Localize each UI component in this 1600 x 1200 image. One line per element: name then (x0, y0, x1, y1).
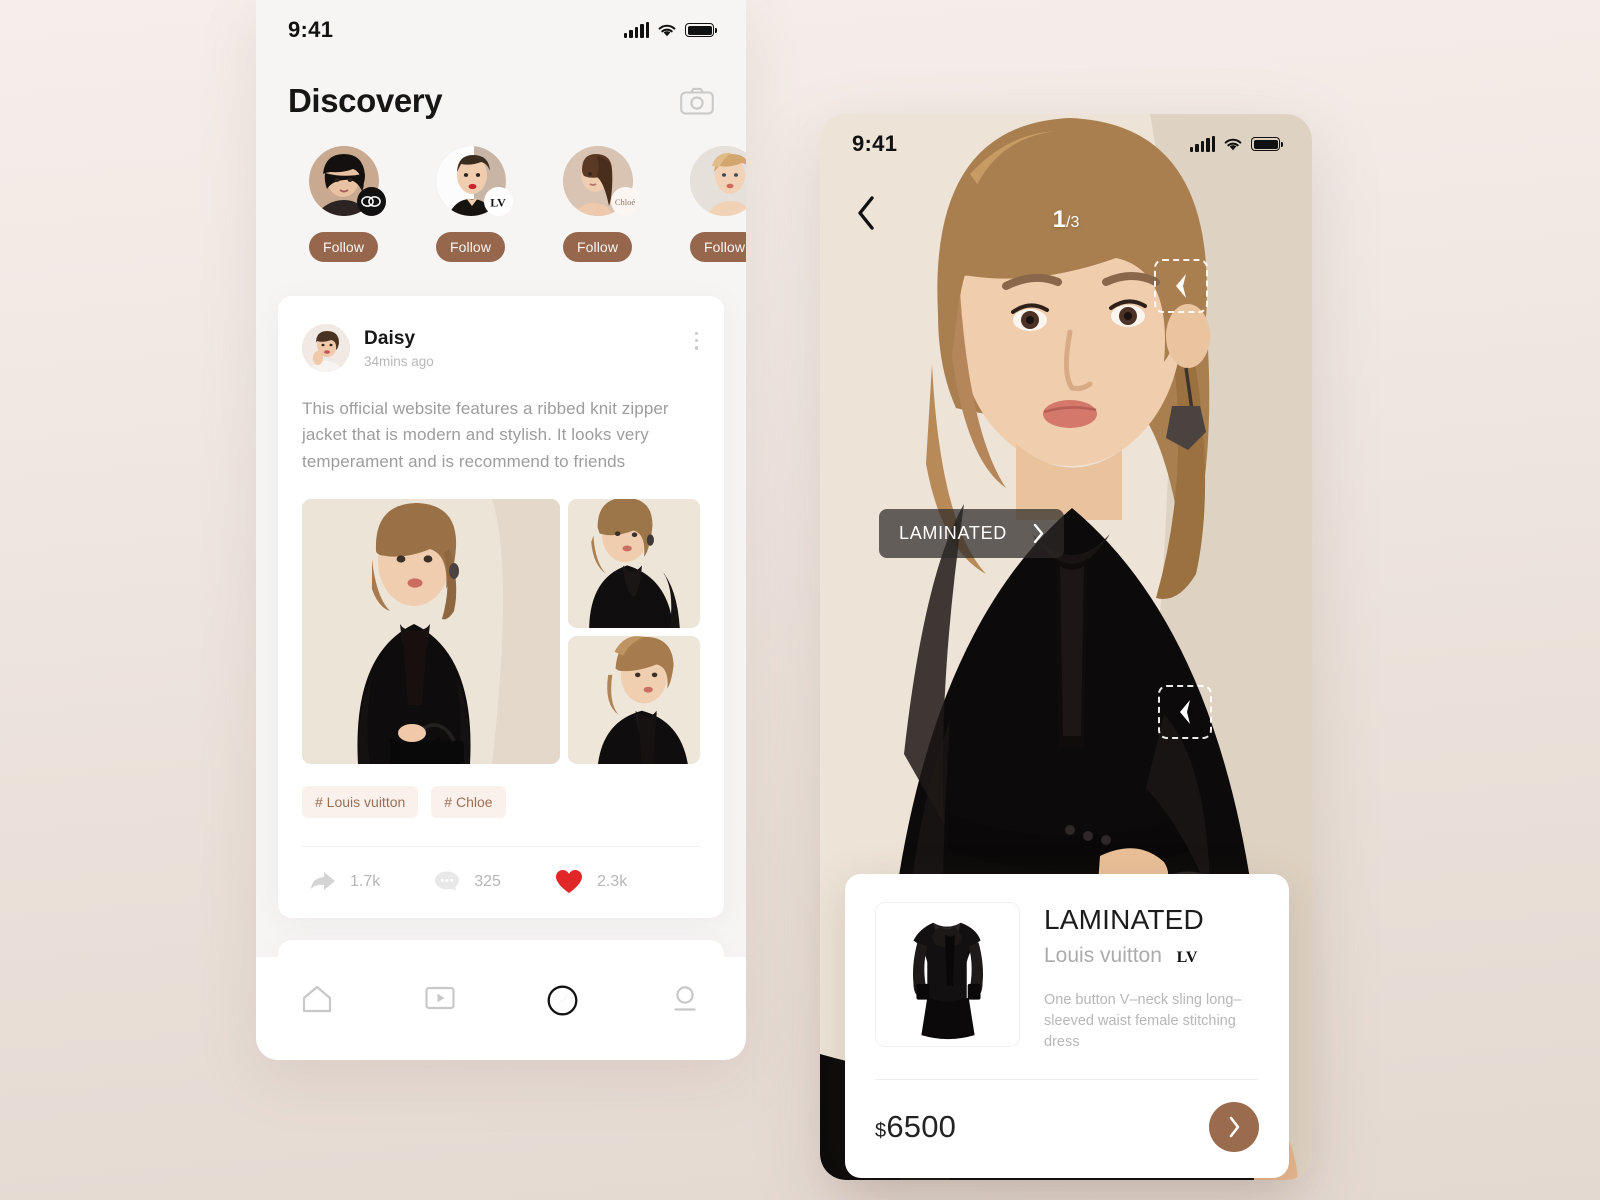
like-count: 2.3k (596, 872, 628, 890)
post-media-image[interactable] (568, 635, 700, 765)
tab-profile[interactable] (624, 985, 747, 1013)
chevron-left-icon (1176, 274, 1186, 298)
product-footer: $6500 (875, 1080, 1259, 1178)
wifi-icon (1224, 138, 1242, 150)
status-bar-left: 9:41 (256, 0, 746, 60)
post-author: Daisy (364, 327, 416, 349)
compass-icon (547, 985, 578, 1016)
cellular-bars-icon (1189, 135, 1215, 152)
feed-list: Daisy 34mins ago This official website f… (256, 262, 746, 1031)
avatar[interactable] (302, 324, 350, 372)
avatar[interactable] (689, 146, 746, 216)
post-actions: 1.7k 325 2.3k (302, 847, 700, 918)
post-media-image[interactable] (302, 499, 560, 765)
status-indicators (1189, 135, 1283, 152)
louis-vuitton-logo-icon: LV (1177, 949, 1198, 965)
chanel-logo-icon (356, 187, 386, 216)
battery-full-icon (685, 23, 717, 37)
svg-text:LV: LV (490, 195, 506, 209)
currency-symbol: $ (875, 1120, 887, 1143)
share-button[interactable]: 1.7k (310, 871, 380, 893)
video-play-icon (425, 986, 455, 1010)
product-brand-row: Louis vuitton LV (1044, 944, 1259, 968)
story-item[interactable]: Follow (675, 146, 746, 262)
page-title: Discovery (288, 82, 443, 119)
like-button[interactable]: 2.3k (555, 869, 627, 894)
cellular-bars-icon (623, 21, 649, 38)
comment-bubble-icon (435, 871, 460, 892)
person-icon (674, 986, 696, 1011)
post-author-block: Daisy 34mins ago (364, 328, 434, 369)
price-value: 6500 (886, 1109, 957, 1145)
post-body-text: This official website features a ribbed … (302, 399, 669, 471)
status-bar-right: 9:41 (820, 114, 1312, 174)
comment-count: 325 (474, 872, 501, 890)
kebab-menu-icon[interactable] (694, 332, 698, 350)
product-info-sheet: LAMINATED Louis vuitton LV One button V–… (845, 874, 1289, 1179)
camera-icon[interactable] (680, 87, 714, 115)
status-time: 9:41 (288, 17, 334, 42)
chevron-left-icon (1180, 700, 1190, 724)
product-info: LAMINATED Louis vuitton LV One button V–… (1044, 902, 1259, 1053)
battery-full-icon (1251, 137, 1283, 151)
story-item[interactable]: Follow (294, 146, 393, 262)
post-tags: # Louis vuitton # Chloe (302, 786, 700, 819)
story-avatar-wrap[interactable]: Chloé (562, 146, 640, 216)
tab-home[interactable] (256, 985, 379, 1013)
follow-button[interactable]: Follow (309, 232, 378, 262)
product-brand: Louis vuitton (1044, 944, 1162, 967)
post-media-grid (302, 499, 700, 765)
status-indicators (623, 21, 717, 38)
status-time: 9:41 (852, 131, 898, 156)
chevron-right-icon (1229, 1116, 1239, 1138)
post-media-side (568, 499, 700, 765)
share-count: 1.7k (350, 872, 381, 890)
stories-row[interactable]: Follow LV Follow Chloé Follow Follow (256, 120, 746, 262)
counter-total: /3 (1066, 214, 1080, 231)
bottom-tab-bar (256, 957, 746, 1060)
counter-current: 1 (1052, 206, 1066, 233)
story-item[interactable]: Chloé Follow (548, 146, 647, 262)
story-avatar-wrap[interactable] (689, 146, 746, 216)
product-tag-label: LAMINATED (899, 523, 1007, 543)
post-media-image[interactable] (568, 499, 700, 628)
product-price: $6500 (875, 1109, 956, 1145)
post-timestamp: 34mins ago (364, 353, 434, 369)
tab-discover[interactable] (501, 985, 624, 1016)
post-header: Daisy 34mins ago (302, 324, 700, 372)
hotspot-marker-earring[interactable] (1154, 259, 1208, 313)
product-description: One button V–neck sling long–sleeved wai… (1044, 992, 1242, 1051)
chevron-right-icon (1033, 524, 1044, 543)
story-item[interactable]: LV Follow (421, 146, 520, 262)
product-thumbnail[interactable] (875, 902, 1020, 1047)
discovery-phone-screen: 9:41 Discovery Follow LV Follow Chloé Fo… (256, 0, 746, 1060)
wifi-icon (658, 24, 676, 36)
svg-text:LV: LV (1177, 949, 1198, 965)
follow-button[interactable]: Follow (563, 232, 632, 262)
louis-vuitton-logo-icon: LV (483, 187, 513, 216)
home-icon (303, 985, 332, 1013)
buy-button[interactable] (1209, 1102, 1259, 1153)
product-tag-pill[interactable]: LAMINATED (879, 509, 1064, 558)
comment-button[interactable]: 325 (434, 870, 501, 893)
tag-chip[interactable]: # Chloe (431, 786, 506, 819)
discovery-header: Discovery (256, 60, 746, 120)
follow-button[interactable]: Follow (436, 232, 505, 262)
share-arrow-icon (311, 871, 335, 890)
story-avatar-wrap[interactable] (308, 146, 386, 216)
product-name: LAMINATED (1044, 904, 1204, 935)
post-card: Daisy 34mins ago This official website f… (278, 296, 724, 919)
follow-button[interactable]: Follow (690, 232, 746, 262)
tag-chip[interactable]: # Louis vuitton (302, 786, 419, 819)
hotspot-marker-bag[interactable] (1158, 685, 1212, 739)
product-summary-row: LAMINATED Louis vuitton LV One button V–… (875, 902, 1259, 1053)
tab-video[interactable] (379, 985, 502, 1011)
story-avatar-wrap[interactable]: LV (435, 146, 513, 216)
image-counter: 1/3 (820, 206, 1312, 234)
heart-filled-icon (555, 870, 582, 894)
chloe-logo-icon: Chloé (610, 187, 640, 216)
